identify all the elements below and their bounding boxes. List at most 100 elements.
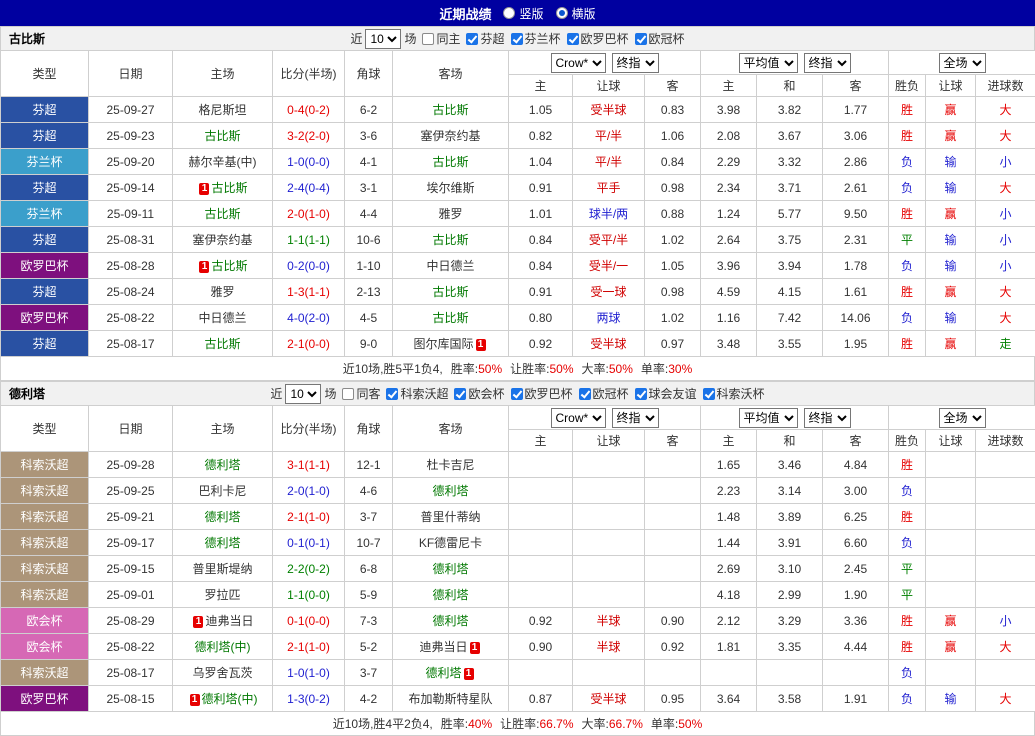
date-cell: 25-09-17 (89, 530, 173, 556)
same-venue-checkbox[interactable]: 同主 (422, 30, 460, 47)
scope-select[interactable]: 全场 (939, 53, 986, 73)
match-row: 芬兰杯25-09-11古比斯2-0(1-0)4-4雅罗1.01球半/两0.881… (1, 201, 1035, 227)
competition-checkbox[interactable]: 欧冠杯 (579, 385, 629, 402)
league-cell: 科索沃超 (1, 582, 89, 608)
column-header: 类型 (1, 406, 89, 452)
near-label: 近 (350, 30, 362, 47)
summary-stat: 胜率:40% (441, 715, 492, 732)
column-header: 主 (701, 430, 757, 452)
match-count-select[interactable]: 10 (365, 29, 401, 49)
score-cell: 0-2(0-0) (273, 253, 345, 279)
scope-select[interactable]: 全场 (939, 408, 986, 428)
home-team-cell: 乌罗舍瓦茨 (173, 660, 273, 686)
checkbox-label: 科索沃杯 (717, 385, 765, 402)
avg-away-cell: 3.06 (823, 123, 889, 149)
home-team-cell: 古比斯 (173, 201, 273, 227)
home-team-cell: 格尼斯坦 (173, 97, 273, 123)
summary-bar: 近10场,胜4平2负4, 胜率:40%让胜率:66.7%大率:66.7%单率:5… (0, 712, 1035, 736)
column-header: 类型 (1, 51, 89, 97)
match-row: 欧罗巴杯25-08-151德利塔(中)1-3(0-2)4-2布加勒斯特星队0.8… (1, 686, 1035, 712)
competition-checkbox[interactable]: 科索沃杯 (703, 385, 765, 402)
handicap-cell: 受一球 (573, 279, 645, 305)
bookmaker-select[interactable]: Crow* (551, 53, 606, 73)
same-venue-checkbox[interactable]: 同客 (342, 385, 380, 402)
score-cell: 2-1(0-0) (273, 331, 345, 357)
stat-value: 50% (478, 362, 502, 376)
handicap-result-cell: 赢 (926, 97, 976, 123)
column-header: 主场 (173, 406, 273, 452)
avg-away-cell: 1.90 (823, 582, 889, 608)
radio-icon (503, 7, 515, 19)
goals-result-cell: 小 (976, 201, 1035, 227)
stat-value: 50% (678, 717, 702, 731)
average-stage-select[interactable]: 终指 (804, 53, 851, 73)
odds-stage-select[interactable]: 终指 (612, 408, 659, 428)
average-stage-select[interactable]: 终指 (804, 408, 851, 428)
average-select[interactable]: 平均值 (739, 408, 798, 428)
date-cell: 25-08-24 (89, 279, 173, 305)
odds-away-cell (645, 556, 701, 582)
goals-result-cell (976, 530, 1035, 556)
corner-cell: 6-8 (345, 556, 393, 582)
checkbox-checked-icon (386, 388, 398, 400)
avg-draw-cell: 3.46 (757, 452, 823, 478)
avg-draw-cell: 3.75 (757, 227, 823, 253)
score-cell: 2-0(1-0) (273, 201, 345, 227)
home-team-name: 古比斯 (211, 181, 247, 195)
handicap-result-cell (926, 660, 976, 686)
corner-cell: 5-2 (345, 634, 393, 660)
column-header: 客 (823, 75, 889, 97)
avg-home-cell: 3.98 (701, 97, 757, 123)
view-option-vertical[interactable]: 竖版 (503, 5, 543, 22)
checkbox-checked-icon (511, 388, 523, 400)
odds-home-cell: 0.82 (509, 123, 573, 149)
away-team-cell: 德利塔 (393, 556, 509, 582)
corner-cell: 5-9 (345, 582, 393, 608)
league-cell: 芬超 (1, 123, 89, 149)
average-select[interactable]: 平均值 (739, 53, 798, 73)
league-cell: 欧罗巴杯 (1, 686, 89, 712)
score-cell: 0-1(0-1) (273, 530, 345, 556)
result-cell: 负 (889, 305, 926, 331)
match-count-select[interactable]: 10 (285, 384, 321, 404)
handicap-cell: 平/半 (573, 149, 645, 175)
view-option-horizontal[interactable]: 横版 (556, 5, 596, 22)
avg-home-cell: 1.81 (701, 634, 757, 660)
scope-header: 全场 (889, 51, 1035, 75)
date-cell: 25-08-17 (89, 660, 173, 686)
league-cell: 芬超 (1, 331, 89, 357)
competition-checkbox[interactable]: 芬超 (466, 30, 504, 47)
home-team-name: 格尼斯坦 (198, 103, 246, 117)
competition-checkbox[interactable]: 芬兰杯 (511, 30, 561, 47)
odds-away-cell: 0.98 (645, 279, 701, 305)
odds-home-cell: 0.92 (509, 608, 573, 634)
competition-checkbox[interactable]: 欧冠杯 (635, 30, 685, 47)
handicap-cell: 两球 (573, 305, 645, 331)
date-cell: 25-09-01 (89, 582, 173, 608)
league-cell: 科索沃超 (1, 504, 89, 530)
away-team-name: 雅罗 (438, 207, 462, 221)
date-cell: 25-09-28 (89, 452, 173, 478)
red-card-badge: 1 (190, 694, 200, 706)
bookmaker-select[interactable]: Crow* (551, 408, 606, 428)
filter-controls: 近10场同客科索沃超欧会杯欧罗巴杯欧冠杯球会友谊科索沃杯 (270, 384, 764, 404)
avg-away-cell: 6.25 (823, 504, 889, 530)
home-team-cell: 德利塔(中) (173, 634, 273, 660)
corner-cell: 6-2 (345, 97, 393, 123)
result-cell: 胜 (889, 97, 926, 123)
away-team-name: 古比斯 (432, 103, 468, 117)
stat-value: 50% (549, 362, 573, 376)
odds-stage-select[interactable]: 终指 (612, 53, 659, 73)
odds-source-header: Crow* 终指 (509, 51, 701, 75)
competition-checkbox[interactable]: 科索沃超 (386, 385, 448, 402)
date-cell: 25-09-15 (89, 556, 173, 582)
league-cell: 芬超 (1, 227, 89, 253)
away-team-name: 德利塔 (425, 666, 461, 680)
corner-cell: 3-6 (345, 123, 393, 149)
competition-checkbox[interactable]: 欧罗巴杯 (511, 385, 573, 402)
competition-checkbox[interactable]: 欧罗巴杯 (567, 30, 629, 47)
goals-result-cell (976, 556, 1035, 582)
avg-away-cell: 6.60 (823, 530, 889, 556)
competition-checkbox[interactable]: 欧会杯 (454, 385, 504, 402)
competition-checkbox[interactable]: 球会友谊 (635, 385, 697, 402)
